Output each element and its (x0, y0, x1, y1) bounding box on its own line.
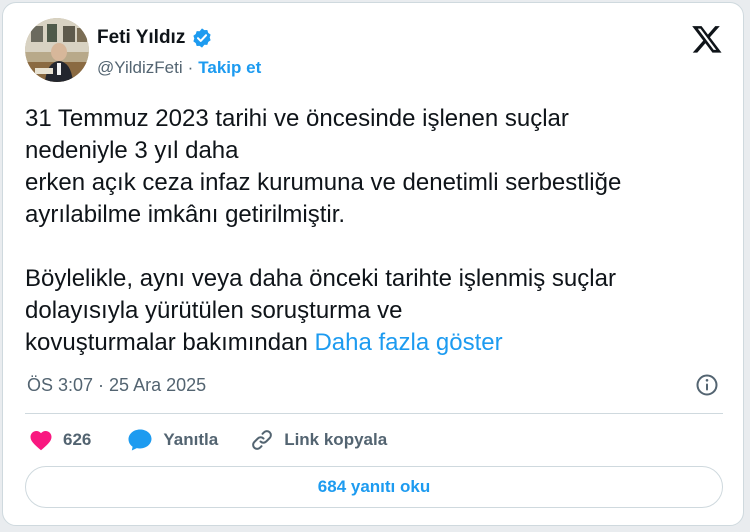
chat-bubble-icon (128, 429, 152, 451)
tweet-text-line: 31 Temmuz 2023 tarihi ve öncesinde işlen… (25, 105, 569, 132)
paragraph-break (25, 231, 725, 263)
tweet-text-line: ayrılabilme imkânı getirilmiştir. (25, 201, 346, 228)
follow-button[interactable]: Takip et (198, 58, 261, 78)
action-bar: 626 Yanıtla Link kopyala (29, 425, 387, 455)
copy-link-label: Link kopyala (284, 430, 388, 449)
like-button[interactable]: 626 (29, 429, 91, 451)
info-icon[interactable] (695, 373, 719, 397)
author-name[interactable]: Feti Yıldız (97, 27, 185, 49)
avatar[interactable] (25, 18, 89, 82)
verified-badge-icon (193, 28, 211, 48)
avatar-image (25, 18, 89, 82)
divider (25, 413, 723, 414)
separator-dot: · (187, 58, 194, 77)
reply-button[interactable]: Yanıtla (127, 428, 218, 452)
tweet-timestamp[interactable]: ÖS 3:07 · 25 Ara 2025 (27, 375, 206, 396)
like-count: 626 (63, 430, 92, 449)
tweet-text-last-line: kovuşturmalar bakımından Daha fazla göst… (25, 327, 725, 359)
x-logo-icon[interactable] (691, 23, 723, 55)
show-more-link[interactable]: Daha fazla göster (314, 329, 502, 356)
link-icon (252, 430, 273, 450)
tweet-text-line: nedeniyle 3 yıl daha (25, 137, 239, 164)
tweet-text-line: Böylelikle, aynı veya daha önceki tariht… (25, 265, 616, 292)
tweet-text-line: dolayısıyla yürütülen soruşturma ve (25, 297, 403, 324)
tweet-card: Feti Yıldız @YildizFeti · Takip et 31 Te… (2, 2, 744, 526)
tweet-text-line: erken açık ceza infaz kurumuna ve deneti… (25, 169, 622, 196)
copy-link-button[interactable]: Link kopyala (250, 428, 387, 452)
author-name-row[interactable]: Feti Yıldız (97, 27, 213, 49)
tweet-text: 31 Temmuz 2023 tarihi ve öncesinde işlen… (25, 103, 725, 359)
read-replies-button[interactable]: 684 yanıtı oku (25, 466, 723, 508)
heart-icon (30, 431, 52, 451)
reply-label: Yanıtla (163, 430, 219, 449)
author-handle[interactable]: @YildizFeti (97, 58, 183, 78)
tweet-text-line-start: kovuşturmalar bakımından (25, 329, 315, 356)
author-handle-row: @YildizFeti · Takip et (97, 58, 261, 78)
